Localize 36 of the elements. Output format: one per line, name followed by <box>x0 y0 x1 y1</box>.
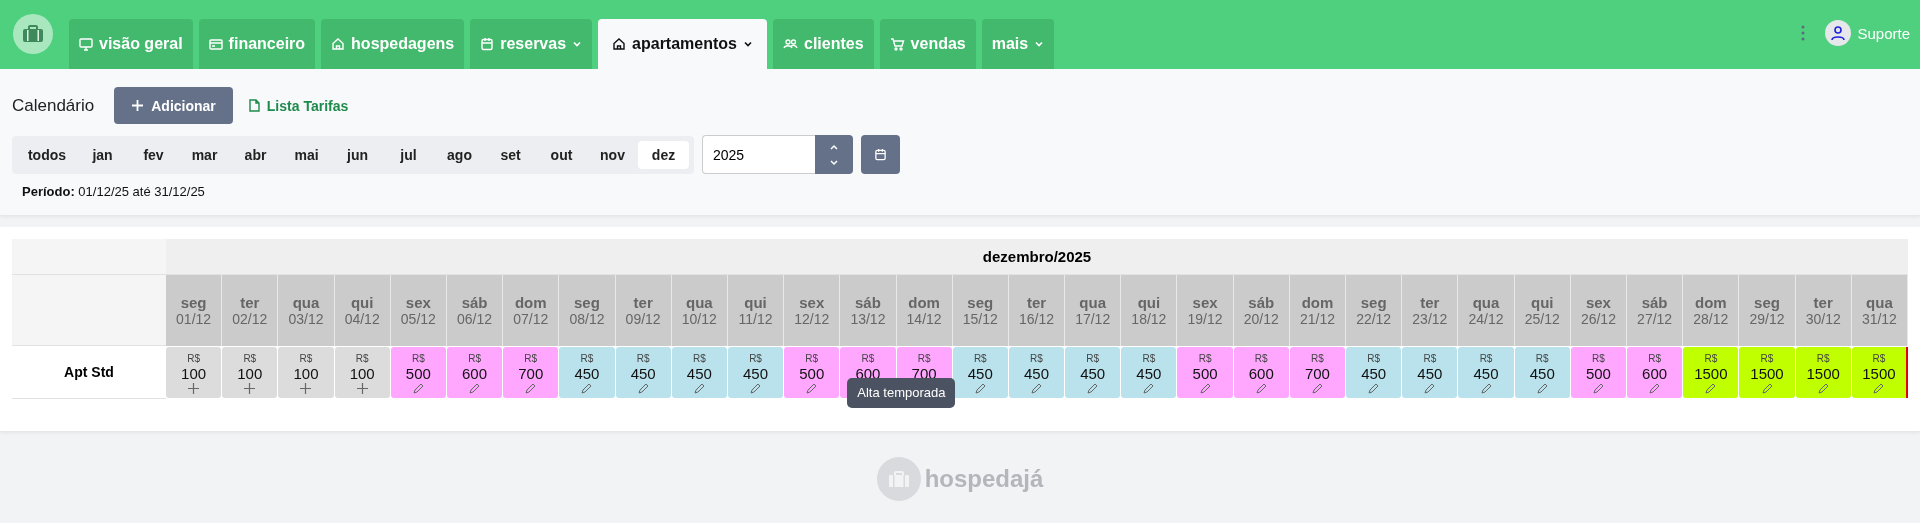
day-header: sáb 13/12 <box>840 275 897 346</box>
day-header: sex 05/12 <box>390 275 447 346</box>
day-header: qui 11/12 <box>727 275 785 346</box>
day-header: seg 15/12 <box>952 275 1009 346</box>
day-header: ter 16/12 <box>1008 275 1066 346</box>
day-header: dom 07/12 <box>503 275 560 346</box>
day-header: dom 21/12 <box>1289 275 1347 346</box>
day-header: qui 18/12 <box>1121 275 1178 346</box>
day-header: qua 03/12 <box>278 275 335 346</box>
day-header: sex 19/12 <box>1177 275 1234 346</box>
day-header: qua 17/12 <box>1065 275 1122 346</box>
period-text: Período: 01/12/25 até 31/12/25 <box>22 184 206 199</box>
day-header: ter 30/12 <box>1795 275 1852 346</box>
day-header: ter 09/12 <box>615 275 672 346</box>
day-header: qui 25/12 <box>1514 275 1571 346</box>
month-header: dezembro/2025 <box>166 239 1908 275</box>
day-header: qua 10/12 <box>671 275 728 346</box>
day-header: seg 29/12 <box>1739 275 1796 346</box>
day-header: sex 12/12 <box>784 275 841 346</box>
day-header: qui 04/12 <box>334 275 391 346</box>
day-header: qua 24/12 <box>1458 275 1515 346</box>
day-header: ter 02/12 <box>222 275 279 346</box>
day-header: seg 08/12 <box>559 275 616 346</box>
day-header: qua 31/12 <box>1851 275 1908 346</box>
day-header: sex 26/12 <box>1570 275 1628 346</box>
tooltip: Alta temporada <box>847 378 956 408</box>
day-header: dom 14/12 <box>896 275 953 346</box>
brand-name: hospedajá <box>924 465 1044 493</box>
day-header: seg 01/12 <box>166 275 223 346</box>
day-header: sáb 20/12 <box>1233 275 1290 346</box>
day-header: ter 23/12 <box>1402 275 1459 346</box>
day-header: dom 28/12 <box>1683 275 1740 346</box>
day-header: sáb 06/12 <box>446 275 504 346</box>
page-title: Calendário <box>12 95 95 116</box>
day-header: seg 22/12 <box>1346 275 1403 346</box>
day-header: sáb 27/12 <box>1627 275 1684 346</box>
